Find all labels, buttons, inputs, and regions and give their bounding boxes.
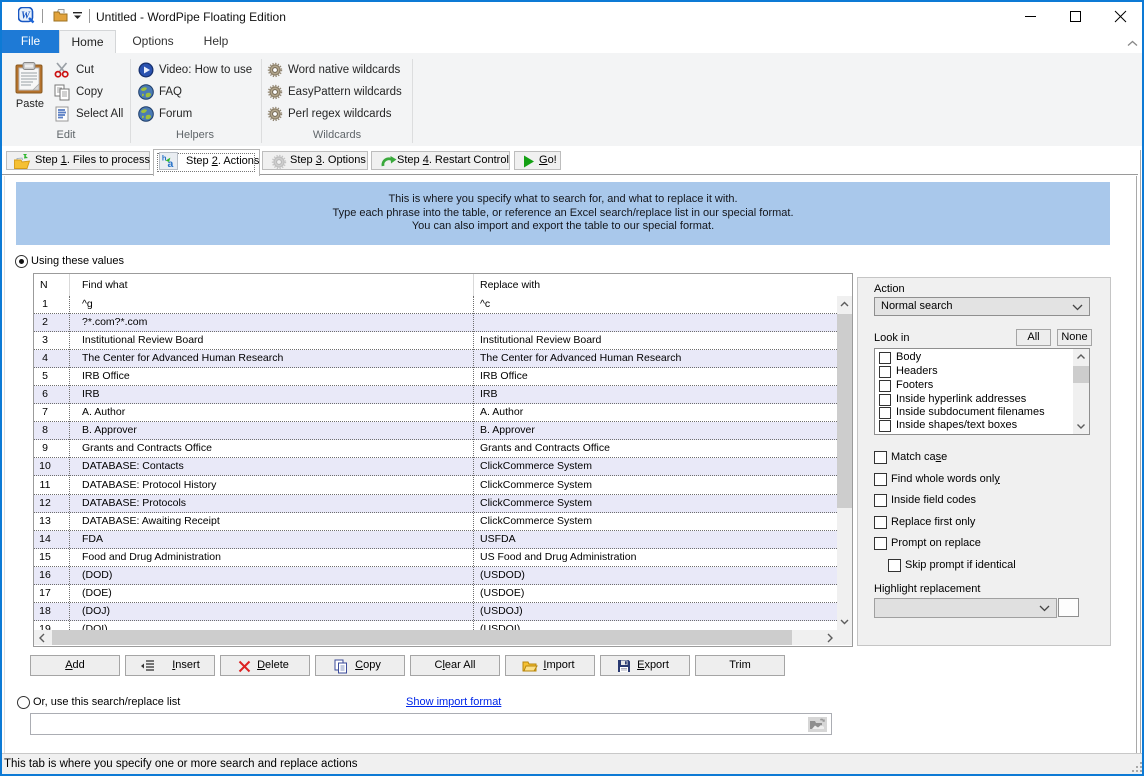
svg-text:h: h <box>162 154 167 163</box>
